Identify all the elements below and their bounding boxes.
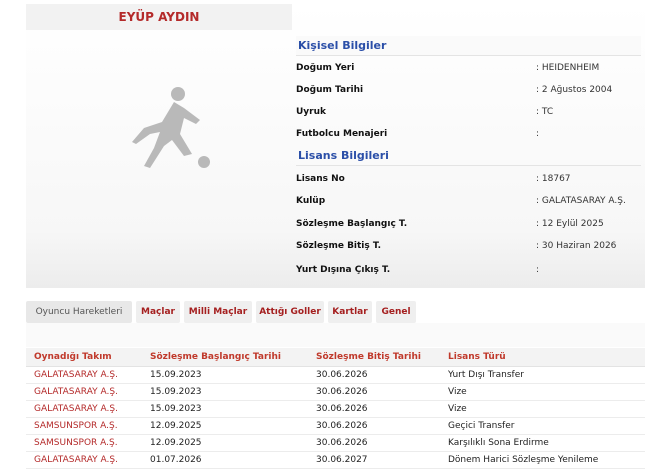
column-header-team: Oynadığı Takım [34,352,112,362]
end-date-cell: 30.06.2026 [316,404,368,414]
tab-content-header [26,323,645,347]
end-date-cell: 30.06.2026 [316,370,368,380]
table-header: Oynadığı Takım Sözleşme Başlangıç Tarihi… [26,348,645,367]
football-player-silhouette-icon [132,87,210,168]
info-row-contract-start: Sözleşme Başlangıç T. : 12 Eylül 2025 [296,214,641,234]
end-date-cell: 30.06.2026 [316,421,368,431]
info-value: : 30 Haziran 2026 [536,241,617,251]
info-label: Sözleşme Başlangıç T. [296,219,408,229]
start-date-cell: 15.09.2023 [150,370,202,380]
license-type-cell: Geçici Transfer [448,421,515,431]
license-type-cell: Karşılıklı Sona Erdirme [448,438,549,448]
info-value: : [536,129,540,139]
table-row: GALATASARAY A.Ş. 15.09.2023 30.06.2026 V… [26,401,645,418]
info-value: : GALATASARAY A.Ş. [536,196,626,206]
team-cell: GALATASARAY A.Ş. [34,370,118,380]
license-type-cell: Yurt Dışı Transfer [448,370,524,380]
info-row-nationality: Uyruk : TC [296,102,641,122]
info-label: Sözleşme Bitiş T. [296,241,382,251]
start-date-cell: 01.07.2026 [150,455,202,465]
end-date-cell: 30.06.2027 [316,455,368,465]
team-cell: GALATASARAY A.Ş. [34,404,118,414]
team-cell: SAMSUNSPOR A.Ş. [34,438,118,448]
team-cell: SAMSUNSPOR A.Ş. [34,421,118,431]
table-row: GALATASARAY A.Ş. 15.09.2023 30.06.2026 Y… [26,367,645,384]
team-cell: GALATASARAY A.Ş. [34,387,118,397]
start-date-cell: 12.09.2025 [150,421,202,431]
table-row: SAMSUNSPOR A.Ş. 12.09.2025 30.06.2026 Ka… [26,435,645,452]
player-profile: EYÜP AYDIN Kişisel Bilgiler Doğum Yeri :… [26,4,645,288]
info-label: Kulüp [296,196,326,206]
tab-player-movements[interactable]: Oyuncu Hareketleri [26,301,132,323]
info-label: Lisans No [296,174,345,184]
info-row-agent: Futbolcu Menajeri : [296,124,641,144]
info-label: Futbolcu Menajeri [296,129,388,139]
column-header-license-type: Lisans Türü [448,352,506,362]
info-value: : HEIDENHEIM [536,63,600,73]
info-label: Uyruk [296,107,327,117]
player-photo [26,30,292,288]
column-header-start: Sözleşme Başlangıç Tarihi [150,352,281,362]
tab-goals[interactable]: Attığı Goller [256,301,324,323]
info-row-abroad-exit: Yurt Dışına Çıkış T. : [296,260,641,280]
end-date-cell: 30.06.2026 [316,387,368,397]
player-name: EYÜP AYDIN [118,10,200,24]
info-value: : TC [536,107,554,117]
info-value: : 2 Ağustos 2004 [536,85,613,95]
info-label: Doğum Tarihi [296,85,364,95]
info-value: : 18767 [536,174,571,184]
info-row-contract-end: Sözleşme Bitiş T. : 30 Haziran 2026 [296,236,641,256]
info-row-birthdate: Doğum Tarihi : 2 Ağustos 2004 [296,80,641,100]
table-row: SAMSUNSPOR A.Ş. 12.09.2025 30.06.2026 Ge… [26,418,645,435]
transfers-table: Oynadığı Takım Sözleşme Başlangıç Tarihi… [26,348,645,469]
personal-info-title: Kişisel Bilgiler [296,36,641,56]
info-row-birthplace: Doğum Yeri : HEIDENHEIM [296,58,641,78]
start-date-cell: 15.09.2023 [150,387,202,397]
column-header-end: Sözleşme Bitiş Tarihi [316,352,421,362]
info-label: Yurt Dışına Çıkış T. [296,265,391,275]
license-type-cell: Dönem Harici Sözleşme Yenileme [448,455,599,465]
license-info-title: Lisans Bilgileri [296,146,641,166]
tab-matches[interactable]: Maçlar [136,301,180,323]
license-type-cell: Vize [448,387,467,397]
info-label: Doğum Yeri [296,63,355,73]
license-type-cell: Vize [448,404,467,414]
info-row-club: Kulüp : GALATASARAY A.Ş. [296,191,641,211]
start-date-cell: 15.09.2023 [150,404,202,414]
info-value: : [536,265,540,275]
team-cell: GALATASARAY A.Ş. [34,455,118,465]
info-value: : 12 Eylül 2025 [536,219,604,229]
player-name-box: EYÜP AYDIN [26,4,292,30]
tab-national-matches[interactable]: Milli Maçlar [184,301,252,323]
info-row-license-no: Lisans No : 18767 [296,169,641,189]
start-date-cell: 12.09.2025 [150,438,202,448]
table-row: GALATASARAY A.Ş. 01.07.2026 30.06.2027 D… [26,452,645,469]
tab-cards[interactable]: Kartlar [328,301,372,323]
table-row: GALATASARAY A.Ş. 15.09.2023 30.06.2026 V… [26,384,645,401]
tab-general[interactable]: Genel [376,301,416,323]
end-date-cell: 30.06.2026 [316,438,368,448]
